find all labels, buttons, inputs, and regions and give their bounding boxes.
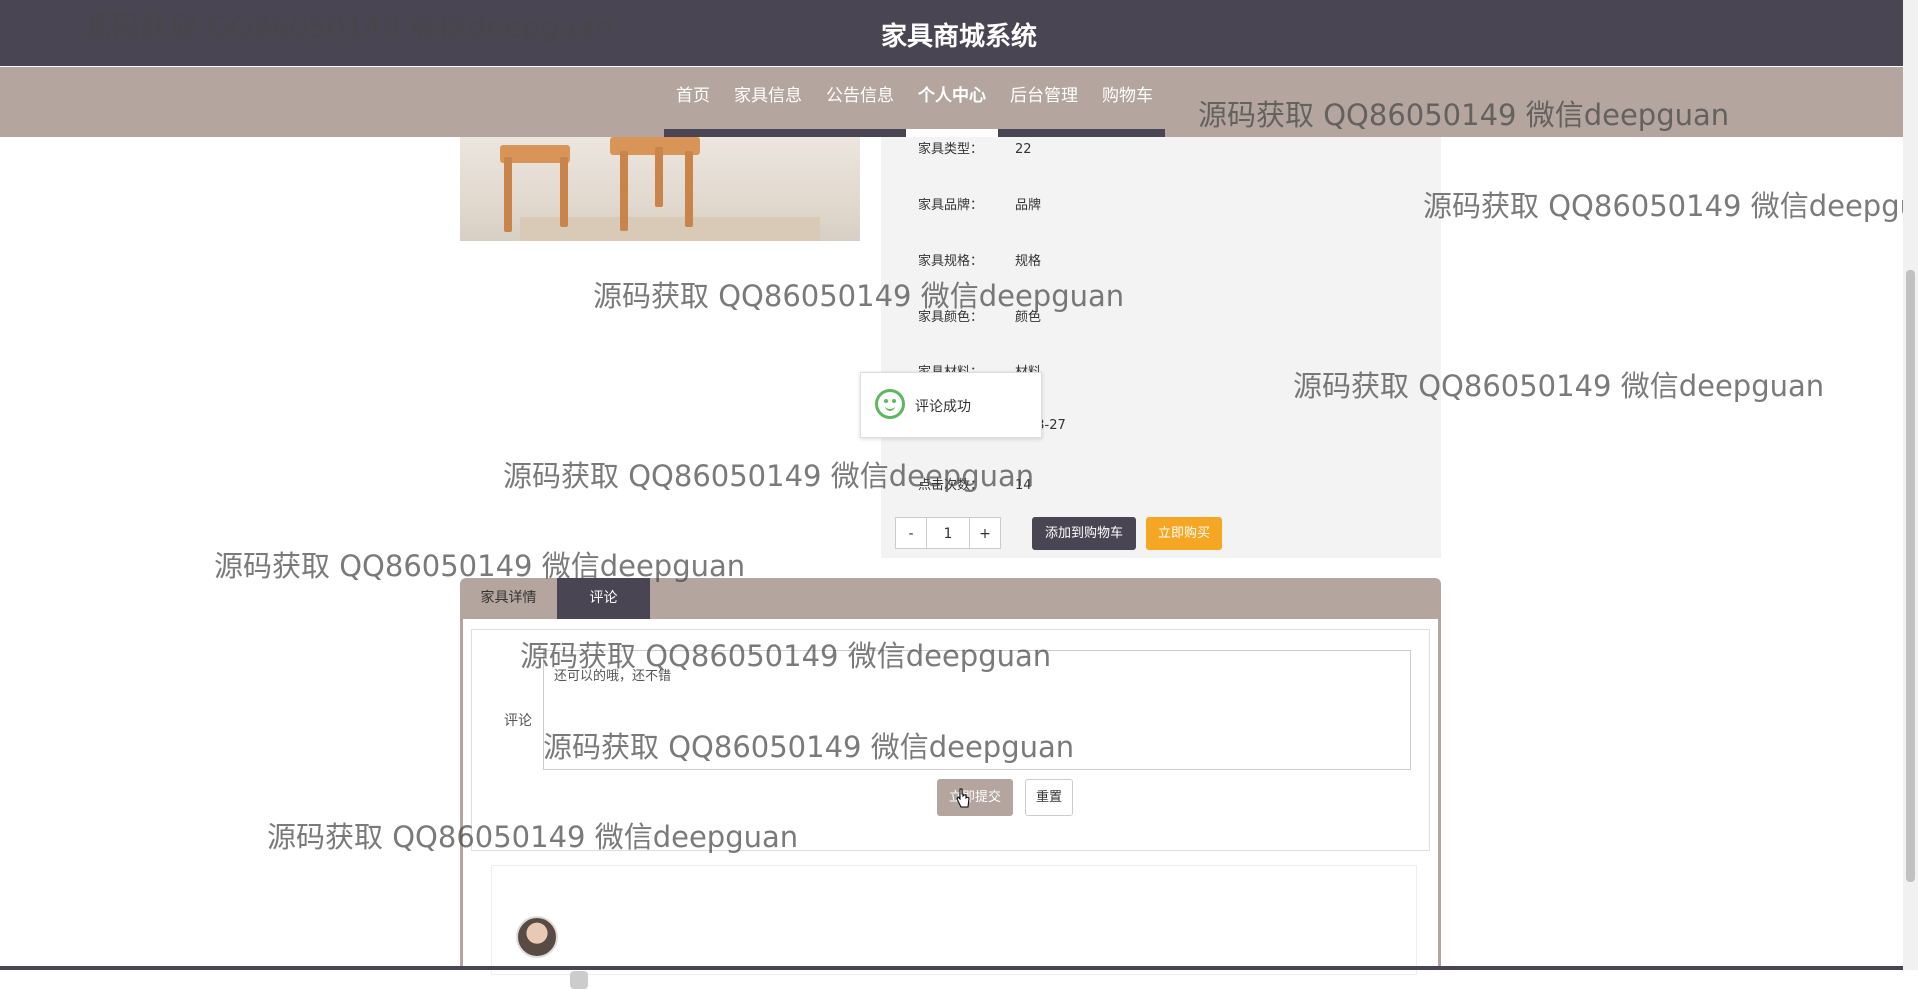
nav-item-admin[interactable]: 后台管理 [998, 67, 1090, 137]
info-type: 家具类型： 22 [918, 142, 1032, 157]
nav-label: 首页 [676, 86, 710, 106]
reset-button[interactable]: 重置 [1025, 779, 1073, 816]
nav-item-furniture[interactable]: 家具信息 [722, 67, 814, 137]
increment-button[interactable]: + [969, 517, 1001, 549]
quantity-stepper: - 1 + [895, 517, 1001, 549]
comment-list [491, 865, 1417, 989]
info-color: 家具颜色： 颜色 [918, 310, 1042, 325]
bottom-edge [0, 966, 1903, 970]
watermark-text: 源码获取 QQ86050149 微信deepguan [1423, 189, 1903, 223]
main-nav: 首页 家具信息 公告信息 个人中心 后台管理 购物车 [0, 67, 1903, 137]
buy-now-button[interactable]: 立即购买 [1146, 517, 1222, 550]
info-brand: 家具品牌： 品牌 [918, 198, 1042, 213]
nav-label: 购物车 [1102, 86, 1153, 106]
nav-item-cart[interactable]: 购物车 [1090, 67, 1165, 137]
smile-icon [875, 389, 905, 419]
decrement-button[interactable]: - [895, 517, 927, 549]
info-spec: 家具规格： 规格 [918, 254, 1042, 269]
toast-message: 评论成功 [915, 399, 971, 415]
success-toast: 评论成功 [860, 372, 1042, 438]
comment-form: 评论 还可以的哦，还不错 立即提交 重置 [471, 629, 1430, 851]
nav-label: 公告信息 [826, 86, 894, 106]
comment-label: 评论 [504, 713, 532, 729]
tab-content: 评论 还可以的哦，还不错 立即提交 重置 [463, 619, 1438, 989]
quantity-input[interactable]: 1 [927, 517, 969, 549]
scrollbar-thumb[interactable] [1906, 270, 1915, 882]
submit-button[interactable]: 立即提交 [937, 779, 1013, 816]
nav-item-notices[interactable]: 公告信息 [814, 67, 906, 137]
avatar [516, 916, 558, 958]
comment-badge-icon [570, 971, 588, 989]
nav-label: 家具信息 [734, 86, 802, 106]
product-info-panel: 家具类型：22 家具品牌：品牌 家具规格：规格 家具颜色：颜色 家具材料：材料 … [881, 137, 1441, 558]
add-to-cart-button[interactable]: 添加到购物车 [1032, 517, 1136, 550]
tab-details[interactable]: 家具详情 [460, 578, 557, 619]
nav-label: 个人中心 [918, 86, 986, 106]
detail-tabs: 家具详情 评论 评论 还可以的哦，还不错 立即提交 重置 [460, 578, 1441, 989]
nav-item-profile[interactable]: 个人中心 [906, 67, 998, 137]
header-bar: 家具商城系统 [0, 0, 1918, 66]
site-title: 家具商城系统 [880, 22, 1037, 52]
info-clicks: 点击次数： 14 [918, 478, 1032, 493]
nav-item-home[interactable]: 首页 [664, 67, 722, 137]
page-scrollbar[interactable] [1903, 0, 1918, 970]
product-image [460, 137, 860, 241]
comment-textarea[interactable]: 还可以的哦，还不错 [543, 650, 1411, 770]
nav-label: 后台管理 [1010, 86, 1078, 106]
tab-comments[interactable]: 评论 [557, 578, 650, 619]
hand-cursor-icon [956, 788, 970, 808]
